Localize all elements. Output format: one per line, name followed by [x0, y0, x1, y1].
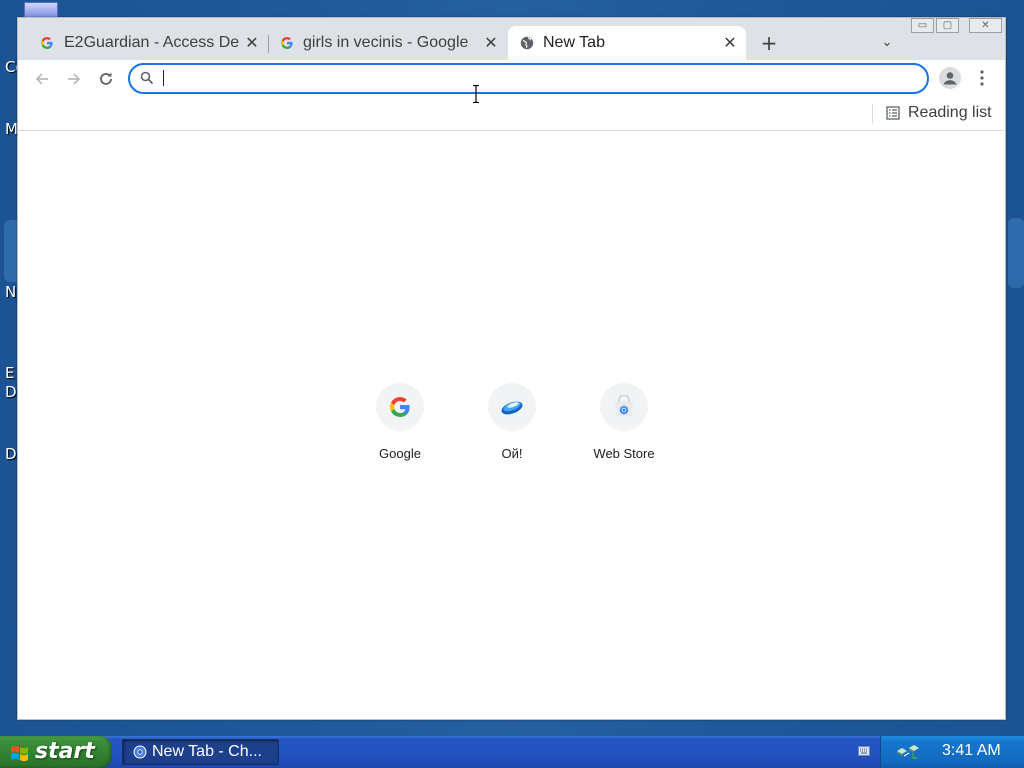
text-caret — [163, 70, 164, 86]
windows-flag-icon — [11, 745, 28, 762]
tab-new-tab[interactable]: New Tab ✕ — [508, 26, 746, 60]
tab-strip: ▭ ▢ ✕ E2Guardian - Access De ✕ girls in … — [18, 18, 1005, 60]
maximize-button[interactable]: ▢ — [936, 18, 959, 33]
reading-list-icon — [886, 106, 900, 120]
oi-logo-icon — [501, 401, 523, 415]
taskbar-item-chrome[interactable]: New Tab - Ch... — [122, 739, 279, 765]
tab-title: girls in vecinis - Google S — [303, 34, 471, 51]
reading-list-label: Reading list — [908, 104, 992, 121]
google-g-icon — [390, 397, 410, 417]
shortcut-label: Ой! — [501, 446, 523, 461]
tab-google-search[interactable]: girls in vecinis - Google S ✕ — [268, 26, 508, 60]
tab-close-icon[interactable]: ✕ — [483, 26, 499, 60]
text-cursor-icon — [473, 85, 479, 103]
toolbar — [18, 60, 1005, 98]
search-icon — [140, 71, 154, 85]
shortcut-label: Google — [379, 446, 421, 461]
tab-close-icon[interactable]: ✕ — [244, 26, 260, 60]
bookmarks-separator — [872, 104, 873, 124]
more-vert-icon — [980, 70, 984, 86]
reading-list-button[interactable]: Reading list — [882, 101, 996, 125]
shortcut-label: Web Store — [593, 446, 655, 461]
web-store-icon — [615, 395, 633, 416]
shortcut-oi[interactable]: Ой! — [456, 383, 568, 463]
desktop-icon-label[interactable]: M — [5, 120, 18, 138]
reload-icon — [100, 72, 112, 85]
start-button[interactable]: start — [0, 736, 112, 768]
shortcut-web-store[interactable]: Web Store — [568, 383, 680, 463]
window-close-button[interactable]: ✕ — [969, 18, 1002, 33]
address-input[interactable] — [162, 68, 902, 89]
desktop-icon-label[interactable]: N — [5, 283, 16, 301]
desktop-icon[interactable] — [1008, 218, 1024, 288]
tab-close-icon[interactable]: ✕ — [722, 26, 738, 60]
tab-title: E2Guardian - Access De — [64, 34, 240, 51]
shortcut-icon-bg — [488, 383, 536, 431]
desktop-icon-label[interactable]: D — [5, 445, 17, 463]
desktop-icon-label[interactable]: D — [5, 383, 17, 401]
start-label: start — [35, 739, 95, 764]
menu-button[interactable] — [973, 67, 991, 89]
person-icon — [943, 72, 957, 85]
desktop-icon[interactable] — [24, 2, 58, 18]
new-tab-page: Google Ой! Web Store — [18, 85, 1005, 719]
profile-button[interactable] — [939, 67, 961, 89]
minimize-button[interactable]: ▭ — [911, 18, 934, 33]
shortcut-icon-bg — [600, 383, 648, 431]
keyboard-icon[interactable] — [858, 746, 870, 756]
taskbar-item-label: New Tab - Ch... — [152, 743, 262, 760]
shortcut-google[interactable]: Google — [344, 383, 456, 463]
chrome-icon — [133, 745, 147, 759]
reload-button[interactable] — [95, 68, 117, 90]
tab-e2guardian[interactable]: E2Guardian - Access De ✕ — [18, 26, 268, 60]
network-icon[interactable] — [895, 744, 921, 760]
back-button[interactable] — [31, 68, 53, 90]
tab-search-button[interactable]: ⌄ — [876, 32, 898, 54]
google-g-icon — [41, 37, 53, 49]
address-bar[interactable] — [128, 63, 929, 94]
new-tab-button[interactable]: + — [758, 32, 780, 54]
forward-button[interactable] — [63, 68, 85, 90]
google-g-icon — [281, 37, 293, 49]
globe-icon — [520, 36, 534, 50]
taskbar: start New Tab - Ch... 3:41 AM — [0, 736, 1024, 768]
system-tray: 3:41 AM — [880, 736, 1024, 768]
desktop-icon-label[interactable]: E — [5, 364, 14, 382]
shortcut-icon-bg — [376, 383, 424, 431]
bookmarks-bar: Reading list — [18, 98, 1005, 131]
arrow-right-icon — [68, 73, 81, 85]
browser-window: ▭ ▢ ✕ E2Guardian - Access De ✕ girls in … — [17, 17, 1006, 720]
tab-title: New Tab — [543, 34, 605, 51]
clock: 3:41 AM — [942, 742, 1001, 759]
arrow-left-icon — [35, 73, 48, 85]
